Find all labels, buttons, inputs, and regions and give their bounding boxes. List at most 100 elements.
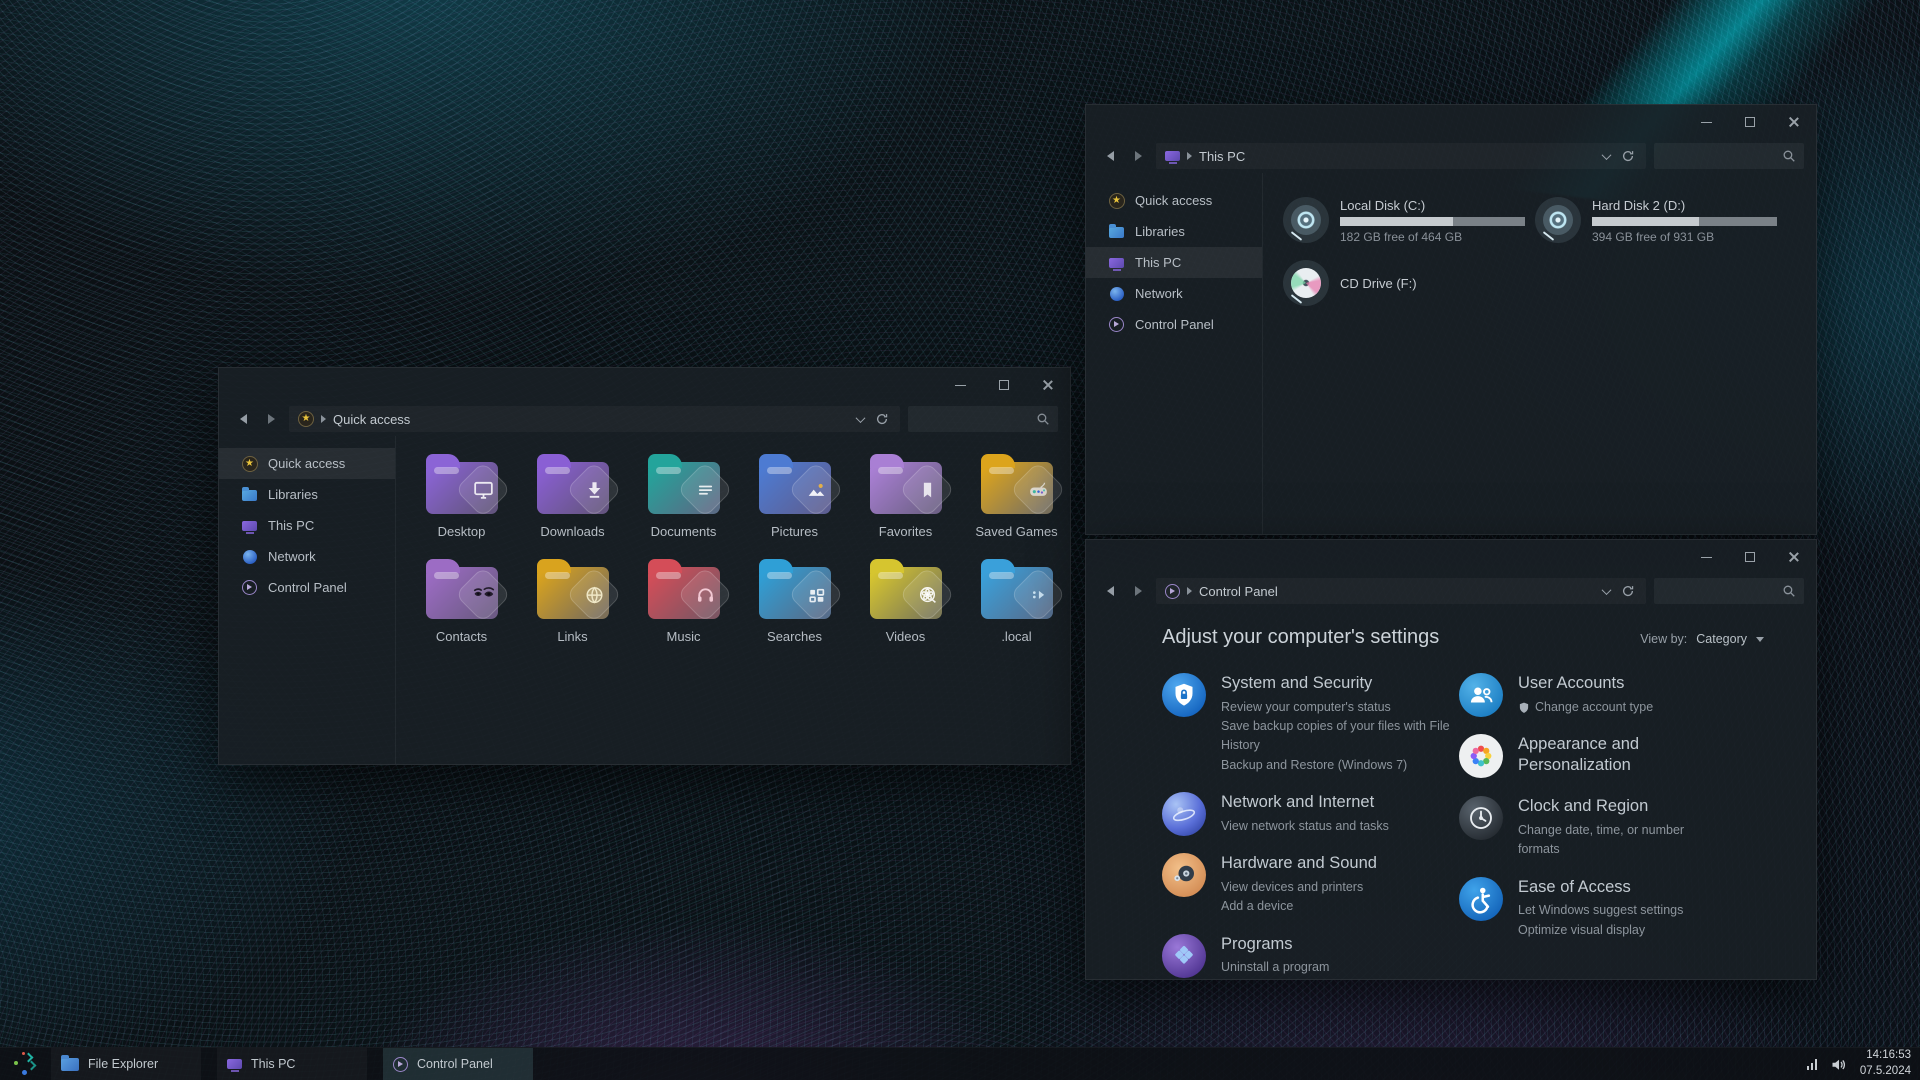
back-button[interactable] (233, 414, 253, 424)
folder-item-documents[interactable]: Documents (628, 444, 739, 539)
minimize-button[interactable] (1684, 105, 1728, 139)
folder-item-pictures[interactable]: Pictures (739, 444, 850, 539)
maximize-button[interactable] (1728, 540, 1772, 574)
folder-item-local[interactable]: .local (961, 549, 1072, 644)
category-link[interactable]: Let Windows suggest settings (1518, 901, 1683, 920)
network-activity-icon[interactable] (1807, 1058, 1817, 1070)
refresh-icon[interactable] (1621, 584, 1635, 598)
folder-item-contacts[interactable]: Contacts (406, 549, 517, 644)
category-link[interactable]: Add a device (1221, 897, 1377, 916)
category-link[interactable]: Backup and Restore (Windows 7) (1221, 756, 1459, 775)
category-link[interactable]: Optimize visual display (1518, 921, 1683, 940)
sidebar-item-libraries[interactable]: Libraries (219, 479, 395, 510)
category-title[interactable]: Programs (1221, 934, 1329, 955)
category-link[interactable]: Change date, time, or number formats (1518, 821, 1703, 860)
breadcrumb[interactable]: Quick access (333, 412, 410, 427)
start-icon (10, 1051, 38, 1078)
users-icon[interactable] (1459, 673, 1503, 717)
close-button[interactable] (1772, 540, 1816, 574)
folder-item-searches[interactable]: Searches (739, 549, 850, 644)
folder-item-downloads[interactable]: Downloads (517, 444, 628, 539)
address-dropdown-icon[interactable] (1602, 150, 1612, 160)
maximize-button[interactable] (982, 368, 1026, 402)
folder-highlight (878, 467, 903, 474)
sidebar-item-control-panel[interactable]: Control Panel (1086, 309, 1262, 340)
sidebar-item-quick-access[interactable]: ★ Quick access (1086, 185, 1262, 216)
titlebar[interactable] (219, 368, 1070, 402)
category-link[interactable]: View devices and printers (1221, 878, 1377, 897)
sidebar-item-network[interactable]: Network (219, 541, 395, 572)
back-button[interactable] (1100, 151, 1120, 161)
maximize-button[interactable] (1728, 105, 1772, 139)
planet-icon[interactable] (1162, 792, 1206, 836)
view-by-select[interactable]: Category (1696, 632, 1747, 646)
back-button[interactable] (1100, 586, 1120, 596)
category-title[interactable]: System and Security (1221, 673, 1459, 694)
address-field[interactable]: Control Panel (1156, 578, 1646, 604)
titlebar[interactable] (1086, 105, 1816, 139)
folder-item-favorites[interactable]: Favorites (850, 444, 961, 539)
category-network-and-internet: Network and Internet View network status… (1162, 792, 1459, 836)
clock[interactable]: 14:16:53 07.5.2024 (1860, 1048, 1911, 1079)
taskbar-button-file-explorer[interactable]: File Explorer (51, 1048, 201, 1080)
category-clock-and-region: Clock and Region Change date, time, or n… (1459, 796, 1788, 859)
sidebar-item-this-pc[interactable]: This PC (219, 510, 395, 541)
drive-item-c[interactable]: Local Disk (C:) 182 GB free of 464 GB (1283, 197, 1535, 244)
sidebar-item-this-pc[interactable]: This PC (1086, 247, 1262, 278)
folder-item-links[interactable]: Links (517, 549, 628, 644)
accessibility-icon[interactable] (1459, 877, 1503, 921)
folder-item-music[interactable]: Music (628, 549, 739, 644)
category-link[interactable]: View network status and tasks (1221, 817, 1389, 836)
refresh-icon[interactable] (1621, 149, 1635, 163)
minimize-button[interactable] (1684, 540, 1728, 574)
category-link[interactable]: Review your computer's status (1221, 698, 1459, 717)
drive-name: Local Disk (C:) (1340, 197, 1525, 213)
start-button[interactable] (0, 1048, 48, 1080)
forward-button[interactable] (1128, 151, 1148, 161)
category-title[interactable]: Appearance and Personalization (1518, 734, 1668, 775)
address-dropdown-icon[interactable] (1602, 585, 1612, 595)
search-input[interactable] (1654, 578, 1804, 604)
forward-button[interactable] (1128, 586, 1148, 596)
taskbar-button-control-panel[interactable]: Control Panel (383, 1048, 533, 1080)
category-link-uac[interactable]: Change account type (1518, 698, 1653, 717)
folder-item-saved-games[interactable]: Saved Games (961, 444, 1072, 539)
sidebar-item-libraries[interactable]: Libraries (1086, 216, 1262, 247)
forward-button[interactable] (261, 414, 281, 424)
folder-item-desktop[interactable]: Desktop (406, 444, 517, 539)
sidebar-item-control-panel[interactable]: Control Panel (219, 572, 395, 603)
minimize-button[interactable] (938, 368, 982, 402)
breadcrumb[interactable]: Control Panel (1199, 584, 1278, 599)
sidebar-item-network[interactable]: Network (1086, 278, 1262, 309)
diamonds-icon[interactable] (1162, 934, 1206, 978)
drive-item-d[interactable]: Hard Disk 2 (D:) 394 GB free of 931 GB (1535, 197, 1787, 244)
address-field[interactable]: ★ Quick access (289, 406, 900, 432)
category-title[interactable]: Ease of Access (1518, 877, 1683, 898)
category-title[interactable]: Clock and Region (1518, 796, 1703, 817)
volume-icon[interactable] (1830, 1056, 1847, 1073)
search-input[interactable] (908, 406, 1058, 432)
category-title[interactable]: Hardware and Sound (1221, 853, 1377, 874)
category-title[interactable]: Network and Internet (1221, 792, 1389, 813)
close-button[interactable] (1772, 105, 1816, 139)
titlebar[interactable] (1086, 540, 1816, 574)
folder-item-videos[interactable]: Videos (850, 549, 961, 644)
palette-icon[interactable] (1459, 734, 1503, 778)
refresh-icon[interactable] (875, 412, 889, 426)
taskbar-button-this-pc[interactable]: This PC (217, 1048, 367, 1080)
search-input[interactable] (1654, 143, 1804, 169)
address-field[interactable]: This PC (1156, 143, 1646, 169)
category-link[interactable]: Save backup copies of your files with Fi… (1221, 717, 1459, 756)
sidebar-item-quick-access[interactable]: ★ Quick access (219, 448, 395, 479)
shield-icon[interactable] (1162, 673, 1206, 717)
breadcrumb[interactable]: This PC (1199, 149, 1245, 164)
drive-item-f[interactable]: CD Drive (F:) (1283, 260, 1535, 306)
close-button[interactable] (1026, 368, 1070, 402)
address-dropdown-icon[interactable] (856, 413, 866, 423)
category-link[interactable]: Uninstall a program (1221, 958, 1329, 977)
folder-icon (648, 567, 720, 619)
clock-icon[interactable] (1459, 796, 1503, 840)
chevron-down-icon[interactable] (1756, 637, 1764, 642)
category-title[interactable]: User Accounts (1518, 673, 1653, 694)
speaker-icon[interactable] (1162, 853, 1206, 897)
